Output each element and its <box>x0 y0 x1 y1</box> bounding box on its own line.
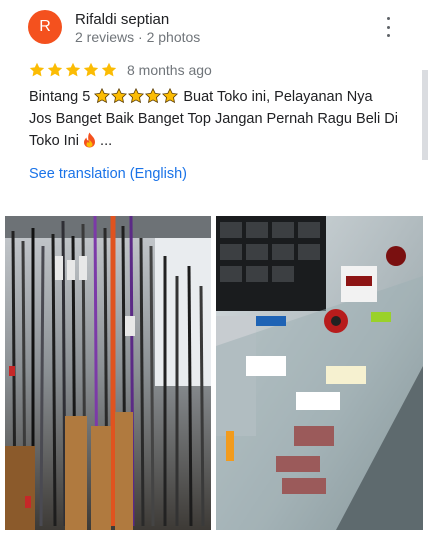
scrollbar-thumb[interactable] <box>422 70 428 160</box>
star-icon <box>65 62 81 77</box>
star-icon <box>47 62 63 77</box>
inline-stars <box>94 88 179 105</box>
fishing-rods-photo-icon <box>5 216 211 530</box>
star-emoji-icon <box>145 88 162 104</box>
review-text-prefix: Bintang 5 <box>29 89 91 105</box>
review-text-ellipsis[interactable]: ... <box>100 133 112 149</box>
star-emoji-icon <box>94 88 111 104</box>
more-options-icon[interactable] <box>380 17 396 37</box>
review-photo-1[interactable] <box>5 216 211 530</box>
star-emoji-icon <box>128 88 145 104</box>
rating-row: 8 months ago <box>29 60 212 80</box>
fishing-reels-display-case-photo-icon <box>216 216 423 530</box>
review-photo-2[interactable] <box>216 216 423 530</box>
star-emoji-icon <box>111 88 128 104</box>
avatar-initial: R <box>39 18 51 35</box>
star-icon <box>29 62 45 77</box>
review-card: R Rifaldi septian 2 reviews · 2 photos 8… <box>0 0 428 533</box>
reviewer-name[interactable]: Rifaldi septian <box>75 11 169 28</box>
review-text: Bintang 5 Buat Toko ini, Pelayanan Nya J… <box>29 86 399 152</box>
rating-stars <box>29 62 119 78</box>
review-time: 8 months ago <box>127 62 212 78</box>
see-translation-link[interactable]: See translation (English) <box>29 166 187 182</box>
star-icon <box>83 62 99 77</box>
star-emoji-icon <box>162 88 179 104</box>
reviewer-meta: 2 reviews · 2 photos <box>75 29 201 45</box>
fire-emoji-icon <box>84 132 96 148</box>
avatar[interactable]: R <box>28 10 62 44</box>
star-icon <box>101 62 117 77</box>
